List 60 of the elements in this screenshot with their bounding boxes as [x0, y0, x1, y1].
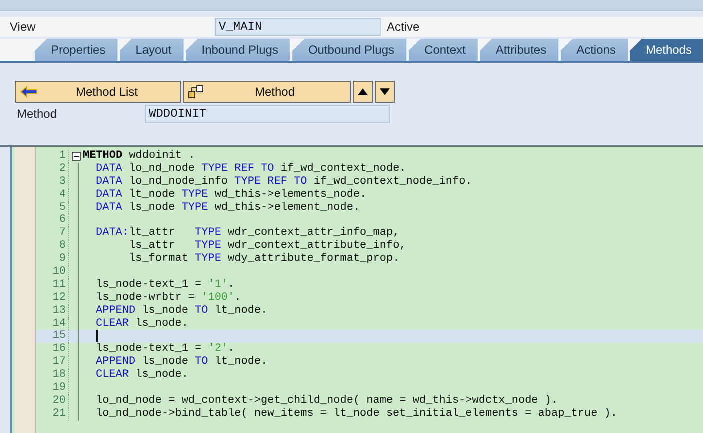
code-line: ls_node-text_1 = '1'. — [96, 278, 235, 292]
method-label: Method — [17, 107, 58, 121]
line-number: 7 — [36, 227, 69, 240]
line-number: 5 — [36, 202, 69, 214]
line-number: 18 — [36, 369, 69, 382]
up-button[interactable] — [353, 81, 373, 103]
down-triangle-icon — [380, 88, 390, 96]
code-line: ls_node-wrbtr = '100'. — [96, 292, 242, 305]
code-line: DATA:lt_attr TYPE wdr_context_attr_info_map, — [96, 227, 400, 240]
line-number: 20 — [36, 394, 69, 408]
line-number: 15 — [36, 330, 69, 344]
code-line: CLEAR ls_node. — [96, 369, 188, 382]
method-button[interactable]: Method — [183, 81, 351, 103]
line-number: 12 — [36, 292, 69, 305]
line-number: 4 — [36, 188, 69, 202]
down-button[interactable] — [375, 81, 395, 103]
tab[interactable]: Inbound Plugs — [186, 39, 290, 61]
code-line: ls_format TYPE wdy_attribute_format_prop. — [128, 253, 400, 266]
up-triangle-icon — [358, 88, 368, 96]
method-field[interactable]: WDDOINIT — [145, 105, 390, 123]
tab[interactable]: Context — [408, 39, 478, 61]
text-cursor — [96, 330, 98, 342]
code-line: DATA ls_node TYPE wd_this->element_node. — [96, 202, 360, 214]
code-line: METHOD wddoinit . — [83, 150, 196, 163]
method-list-button[interactable]: Method List — [15, 81, 181, 103]
code-line: DATA lo_nd_node_info TYPE REF TO if_wd_context_node_info. — [96, 176, 472, 189]
line-number: 9 — [36, 253, 69, 266]
line-number: 16 — [36, 343, 69, 356]
line-number: 13 — [36, 304, 69, 318]
structure-icon — [188, 85, 204, 99]
code-line: lo_nd_node = wd_context->get_child_node( name = wd_this->wdctx_node ). — [96, 394, 558, 408]
line-number: 19 — [36, 382, 69, 395]
tab[interactable]: Outbound Plugs — [292, 39, 407, 61]
line-number: 1 — [36, 150, 69, 163]
view-field[interactable]: V_MAIN — [215, 18, 381, 36]
line-number: 8 — [36, 240, 69, 254]
tab[interactable]: Attributes — [480, 39, 559, 61]
code-line: lo_nd_node->bind_table( new_items = lt_node set_initial_elements = abap_true ). — [96, 408, 618, 421]
collapse-icon[interactable] — [72, 152, 80, 161]
line-number: 17 — [36, 356, 69, 370]
line-number: 2 — [36, 162, 69, 176]
tab[interactable]: Layout — [120, 39, 184, 61]
tab[interactable]: Methods — [630, 39, 703, 61]
view-label: View — [10, 20, 37, 34]
line-number: 10 — [36, 266, 69, 279]
arrow-left-icon — [20, 86, 38, 98]
line-number: 11 — [36, 278, 69, 292]
code-line: DATA lo_nd_node TYPE REF TO if_wd_context_node. — [96, 162, 406, 176]
code-line: DATA lt_node TYPE wd_this->elements_node. — [96, 188, 367, 202]
code-line: APPEND ls_node TO lt_node. — [96, 304, 268, 318]
code-line: ls_attr TYPE wdr_context_attribute_info, — [128, 240, 406, 253]
tab[interactable]: Properties — [35, 39, 118, 61]
line-number: 21 — [36, 408, 69, 421]
tab[interactable]: Actions — [560, 39, 628, 61]
status-text: Active — [387, 20, 420, 34]
line-number: 3 — [36, 176, 69, 189]
code-line: ls_node-text_1 = '2'. — [96, 343, 235, 356]
code-line: APPEND ls_node TO lt_node. — [96, 356, 268, 369]
line-number: 6 — [36, 214, 69, 228]
code-line: CLEAR ls_node. — [96, 318, 188, 330]
